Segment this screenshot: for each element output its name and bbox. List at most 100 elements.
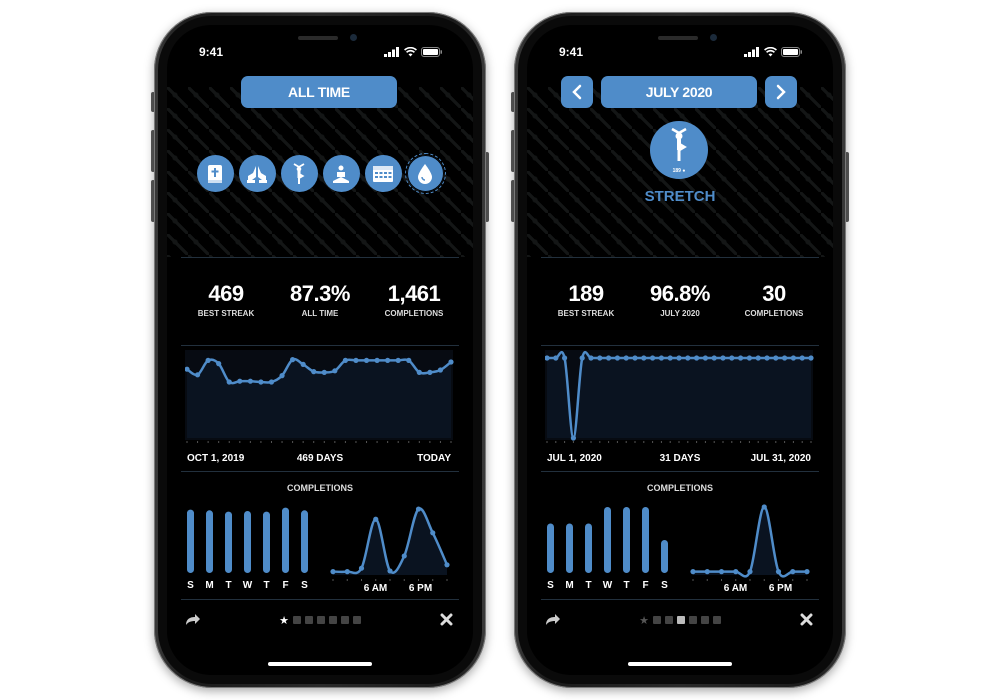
trend-tick <box>564 441 566 443</box>
trend-point <box>623 355 629 361</box>
habit-selector <box>167 153 473 194</box>
trend-chart <box>185 350 454 443</box>
meditation-icon[interactable] <box>328 616 337 624</box>
weekday-bar <box>661 540 668 573</box>
habit-stretch[interactable] <box>280 155 318 192</box>
weekday-bar <box>547 523 554 573</box>
weekday-label: S <box>547 580 554 591</box>
wifi-icon <box>764 47 777 57</box>
habit-pray[interactable] <box>238 155 276 192</box>
next-month-button[interactable] <box>765 76 797 108</box>
front-camera <box>710 34 717 41</box>
weekday-label: W <box>243 580 253 591</box>
trend-point <box>279 373 285 379</box>
trend-point <box>300 361 306 367</box>
star-icon[interactable]: ★ <box>279 614 289 627</box>
praying-hands-icon[interactable] <box>304 616 313 624</box>
completions-title: COMPLETIONS <box>646 483 713 493</box>
water-drop-icon[interactable] <box>712 616 721 624</box>
trend-tick <box>625 441 627 443</box>
trend-point <box>562 355 568 361</box>
system-icons <box>384 47 443 57</box>
speaker <box>658 36 698 40</box>
trend-point <box>808 355 814 361</box>
trend-point <box>448 359 454 365</box>
trend-tick <box>366 441 368 443</box>
previous-month-button[interactable] <box>561 76 593 108</box>
weekday-bar <box>225 511 232 573</box>
trend-point <box>632 355 638 361</box>
star-icon[interactable]: ★ <box>639 614 649 627</box>
signal-icon <box>384 47 399 57</box>
trend-tick <box>599 441 601 443</box>
trend-tick <box>387 441 389 443</box>
trend-tick <box>239 441 241 443</box>
bible-icon[interactable] <box>292 616 301 624</box>
hourly-label-6pm: 6 PM <box>409 583 432 593</box>
trend-tick <box>313 441 315 443</box>
praying-hands-icon[interactable] <box>664 616 673 624</box>
trend-point <box>570 435 576 441</box>
hourly-tick <box>721 579 722 581</box>
trend-point <box>641 355 647 361</box>
trend-tick <box>376 441 378 443</box>
home-indicator[interactable] <box>268 662 372 666</box>
trend-point <box>353 357 359 363</box>
trend-tick <box>740 441 742 443</box>
hourly-label-6am: 6 AM <box>364 583 388 593</box>
trend-tick <box>775 441 777 443</box>
trend-point <box>667 355 673 361</box>
hourly-point <box>401 553 407 559</box>
trend-tick <box>572 441 574 443</box>
trend-point <box>437 367 444 373</box>
trend-tick <box>748 441 750 443</box>
close-x-icon[interactable] <box>800 613 813 626</box>
divider <box>181 599 459 600</box>
habit-bible[interactable] <box>196 155 234 192</box>
bible-icon[interactable] <box>652 616 661 624</box>
habit-water[interactable] <box>404 153 446 194</box>
hourly-tick <box>763 579 765 581</box>
habit-calendar[interactable] <box>364 155 402 192</box>
trend-tick <box>323 441 325 443</box>
habit-badge[interactable]: 189 ● <box>650 121 708 179</box>
trend-point <box>614 355 620 361</box>
trend-tick <box>355 441 357 443</box>
weekday-label: T <box>263 580 269 591</box>
trend-tick <box>810 441 812 443</box>
bible-icon <box>208 164 222 183</box>
trend-tick <box>687 441 689 443</box>
weekday-label: M <box>205 580 213 591</box>
trend-tick <box>784 441 786 443</box>
calendar-icon[interactable] <box>700 616 709 624</box>
weekday-label: W <box>603 580 613 591</box>
habit-streak-badge: 189 ● <box>672 168 686 174</box>
weekday-bar <box>623 507 630 573</box>
stat-best-streak: 469 BEST STREAK <box>183 281 269 318</box>
habit-meditate[interactable] <box>322 155 360 192</box>
divider <box>181 471 459 472</box>
close-x-icon[interactable] <box>440 613 453 626</box>
home-indicator[interactable] <box>628 662 732 666</box>
hourly-tick <box>332 579 334 581</box>
trend-point <box>332 368 338 374</box>
meditation-icon[interactable] <box>688 616 697 624</box>
trend-tick <box>418 441 420 443</box>
trend-point <box>658 355 664 361</box>
hourly-point <box>761 504 767 510</box>
trend-tick <box>344 441 346 443</box>
water-drop-icon[interactable] <box>352 616 361 624</box>
trend-tick <box>766 441 768 443</box>
stat-value: 87.3% <box>290 281 350 306</box>
trend-point <box>711 355 717 361</box>
period-selector-button[interactable]: ALL TIME <box>241 76 397 108</box>
page-indicator: ★ <box>527 614 833 632</box>
battery-icon <box>781 47 802 57</box>
trend-point <box>427 369 433 375</box>
trend-tick <box>408 441 410 443</box>
calendar-icon[interactable] <box>340 616 349 624</box>
month-selector-button[interactable]: JULY 2020 <box>601 76 757 108</box>
hourly-line <box>692 505 807 578</box>
yoga-icon[interactable] <box>316 616 325 624</box>
yoga-icon[interactable] <box>676 616 685 624</box>
